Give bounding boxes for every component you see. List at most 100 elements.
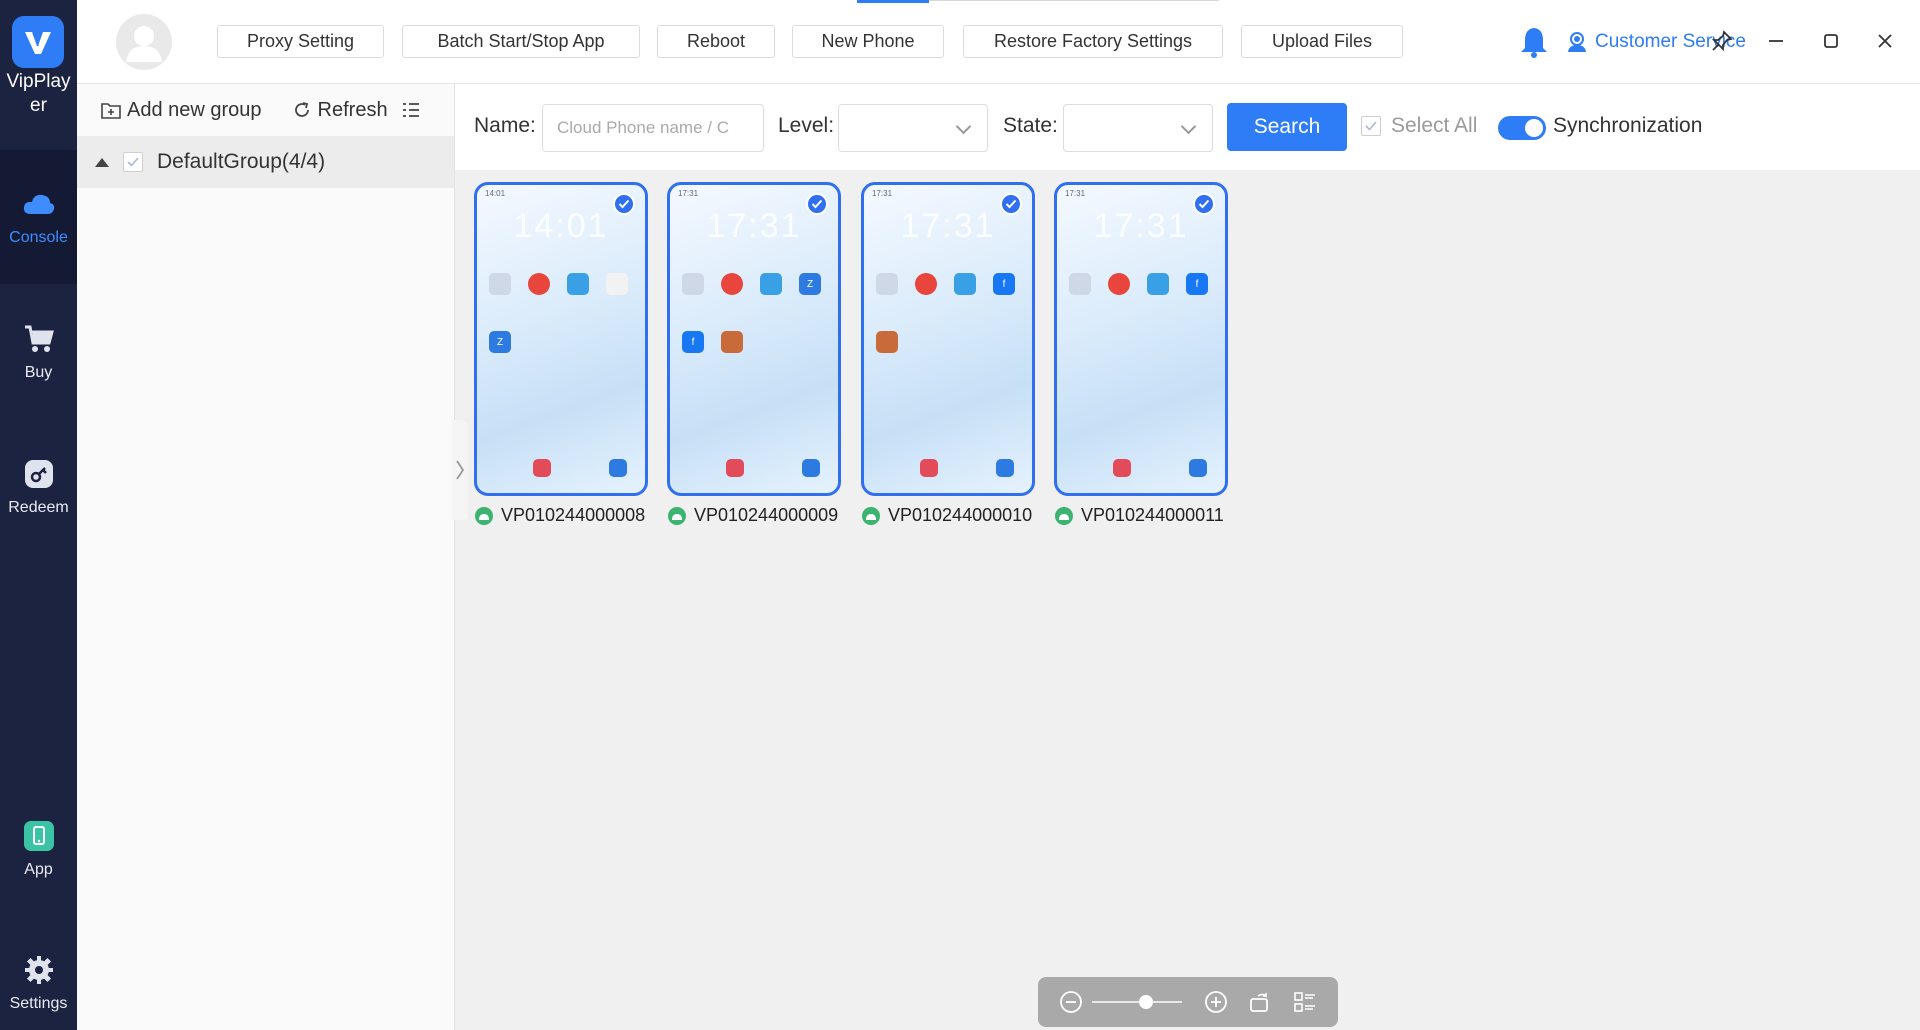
sync-toggle[interactable] <box>1498 116 1546 140</box>
key-icon <box>22 457 56 491</box>
phone-id-label[interactable]: VP010244000009 <box>668 505 838 526</box>
minimize-icon[interactable] <box>1761 26 1791 56</box>
user-icon <box>126 26 162 62</box>
cart-icon <box>22 322 56 356</box>
android-icon <box>668 506 686 525</box>
phone-app-icon <box>567 273 589 295</box>
maximize-icon[interactable] <box>1816 26 1846 56</box>
select-all-checkbox[interactable]: Select All <box>1361 114 1477 138</box>
phone-app-icon <box>22 819 56 853</box>
state-label: State: <box>1003 114 1058 137</box>
active-tab-indicator <box>857 0 929 3</box>
add-group-label: Add new group <box>127 98 262 121</box>
selected-check-icon[interactable] <box>613 193 635 215</box>
upload-files-button[interactable]: Upload Files <box>1241 25 1403 58</box>
zoom-out-icon[interactable] <box>1058 989 1084 1015</box>
phone-dock-icon <box>1189 459 1207 477</box>
batch-start-stop-button[interactable]: Batch Start/Stop App <box>402 25 640 58</box>
refresh-label: Refresh <box>317 98 388 121</box>
check-icon <box>127 157 139 167</box>
rail-console[interactable]: Console <box>0 150 77 284</box>
phone-id-label[interactable]: VP010244000011 <box>1055 505 1224 526</box>
phone-status-bar: 17:31 <box>1065 189 1086 198</box>
select-all-box[interactable] <box>1361 116 1381 136</box>
zoom-in-icon[interactable] <box>1203 989 1229 1015</box>
avatar[interactable] <box>116 14 172 70</box>
phone-status-bar: 17:31 <box>678 189 699 198</box>
rail-settings-label: Settings <box>9 995 68 1012</box>
folder-add-icon <box>101 103 121 119</box>
phone-dock-icon <box>609 459 627 477</box>
new-phone-button[interactable]: New Phone <box>792 25 944 58</box>
selected-check-icon[interactable] <box>806 193 828 215</box>
phone-status-bar: 14:01 <box>485 189 506 198</box>
selected-check-icon[interactable] <box>1000 193 1022 215</box>
name-search-input[interactable]: Cloud Phone name / C <box>542 104 764 152</box>
group-checkbox[interactable] <box>123 152 143 172</box>
left-rail: VipPlayer Console Buy Redeem App Setting… <box>0 0 77 1030</box>
android-icon <box>1055 506 1073 525</box>
phone-id-text: VP010244000010 <box>888 505 1033 525</box>
proxy-setting-button[interactable]: Proxy Setting <box>217 25 384 58</box>
phone-dock-icon <box>726 459 744 477</box>
add-group-button[interactable]: Add new group <box>101 99 262 122</box>
caret-up-icon[interactable] <box>95 157 109 167</box>
rail-app[interactable]: App <box>0 782 77 916</box>
rail-app-label: App <box>24 861 53 878</box>
app-name: VipPlayer <box>6 71 71 116</box>
zoom-slider[interactable] <box>1092 1001 1182 1003</box>
collapse-sidebar-toggle[interactable] <box>452 420 468 520</box>
select-all-label: Select All <box>1391 114 1478 137</box>
rail-redeem-label: Redeem <box>8 499 69 516</box>
zoom-toolbar <box>1038 977 1338 1027</box>
level-select[interactable] <box>838 104 988 152</box>
filter-bar: Name: Cloud Phone name / C Level: State:… <box>455 84 1920 170</box>
reboot-button[interactable]: Reboot <box>657 25 775 58</box>
phone-dock-icon <box>802 459 820 477</box>
phone-app-icon <box>528 273 550 295</box>
rail-settings[interactable]: Settings <box>0 916 77 1030</box>
rail-redeem[interactable]: Redeem <box>0 420 77 554</box>
close-icon[interactable] <box>1870 26 1900 56</box>
phone-dock-icon <box>920 459 938 477</box>
phone-id-label[interactable]: VP010244000008 <box>475 505 645 526</box>
phone-dock-icon <box>1113 459 1131 477</box>
state-select[interactable] <box>1063 104 1213 152</box>
bell-icon[interactable] <box>1519 25 1549 59</box>
phone-app-icon: f <box>682 331 704 353</box>
group-sidebar: Add new group Refresh DefaultGroup(4/4) <box>77 84 455 1030</box>
restore-factory-settings-button[interactable]: Restore Factory Settings <box>963 25 1223 58</box>
headset-icon <box>1568 32 1586 52</box>
pin-icon[interactable] <box>1707 26 1737 56</box>
phone-app-icon: f <box>1186 273 1208 295</box>
selected-check-icon[interactable] <box>1193 193 1215 215</box>
cloud-phone-screen[interactable]: 17:31 17:31 Zf <box>667 182 841 496</box>
phone-app-icon <box>682 273 704 295</box>
phone-id-label[interactable]: VP010244000010 <box>862 505 1032 526</box>
chevron-down-icon <box>955 118 972 135</box>
search-button[interactable]: Search <box>1227 103 1347 151</box>
zoom-slider-handle[interactable] <box>1139 995 1153 1009</box>
phone-app-icon <box>606 273 628 295</box>
cloud-phone-screen[interactable]: 17:31 17:31 f <box>1054 182 1228 496</box>
phone-app-icon <box>915 273 937 295</box>
name-label: Name: <box>474 114 536 137</box>
list-sort-icon[interactable] <box>402 102 420 118</box>
refresh-button[interactable]: Refresh <box>292 99 388 122</box>
group-sidebar-header: Add new group Refresh <box>77 84 454 136</box>
app-logo <box>12 16 64 68</box>
chevron-down-icon <box>1180 118 1197 135</box>
phone-dock-icon <box>533 459 551 477</box>
phone-id-text: VP010244000009 <box>694 505 839 525</box>
sync-label: Synchronization <box>1553 114 1703 137</box>
phone-id-text: VP010244000011 <box>1081 505 1224 525</box>
list-view-icon[interactable] <box>1292 989 1318 1015</box>
rotate-screen-icon[interactable] <box>1247 989 1273 1015</box>
phone-id-text: VP010244000008 <box>501 505 646 525</box>
group-row-default[interactable]: DefaultGroup(4/4) <box>77 136 454 188</box>
rail-buy[interactable]: Buy <box>0 285 77 419</box>
phone-app-icon <box>954 273 976 295</box>
cloud-phone-screen[interactable]: 14:01 14:01 Z <box>474 182 648 496</box>
cloud-phone-screen[interactable]: 17:31 17:31 f <box>861 182 1035 496</box>
phone-app-icon <box>721 273 743 295</box>
